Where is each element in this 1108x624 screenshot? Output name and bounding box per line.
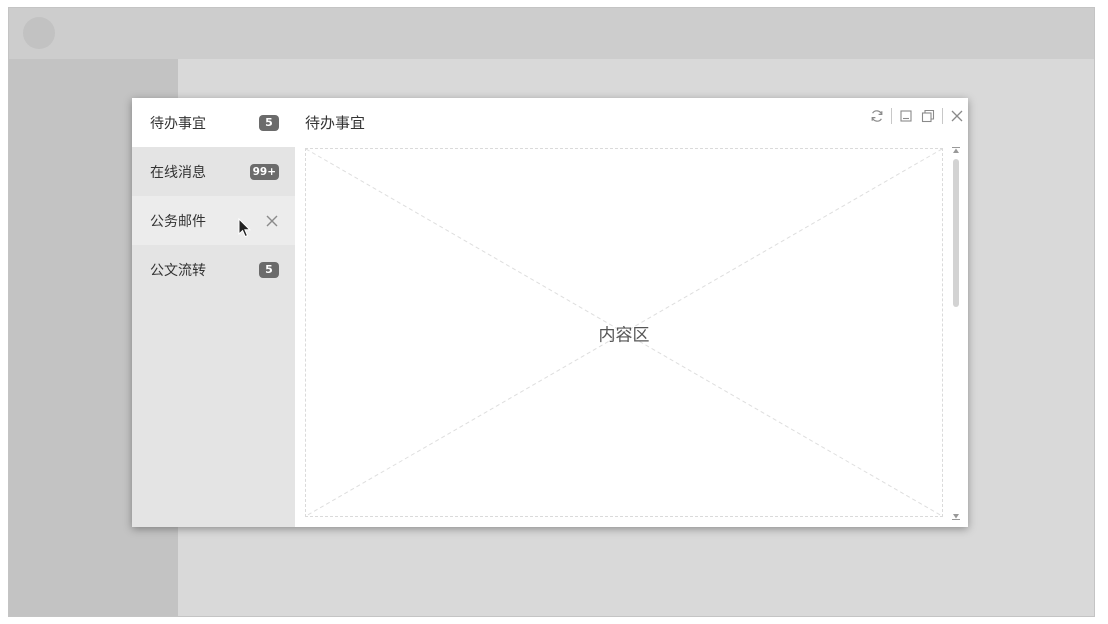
dialog-sidebar: 待办事宜 5 在线消息 99+ 公务邮件 公文流转 5 (132, 98, 295, 527)
count-badge: 5 (259, 261, 279, 278)
minimize-icon (900, 110, 912, 122)
scrollbar-thumb[interactable] (953, 159, 959, 307)
scroll-bottom-icon[interactable] (950, 511, 962, 521)
count-badge: 99+ (249, 163, 279, 180)
sidebar-item-messages[interactable]: 在线消息 99+ (132, 147, 295, 196)
refresh-icon (871, 110, 883, 122)
sidebar-item-todo[interactable]: 待办事宜 5 (132, 98, 295, 147)
toolbar-divider (942, 108, 943, 124)
close-button[interactable] (946, 105, 968, 127)
content-label: 内容区 (598, 325, 650, 345)
sidebar-item-documents[interactable]: 公文流转 5 (132, 245, 295, 294)
content-placeholder: 内容区 (305, 148, 943, 517)
dialog-window: 待办事宜 5 在线消息 99+ 公务邮件 公文流转 5 待办事宜 内容区 (132, 98, 968, 527)
window-toolbar (866, 104, 968, 128)
restore-button[interactable] (917, 105, 939, 127)
scrollbar[interactable] (950, 146, 962, 521)
close-icon[interactable] (265, 214, 279, 228)
avatar[interactable] (23, 17, 55, 49)
sidebar-item-label: 在线消息 (150, 164, 206, 181)
toolbar-divider (891, 108, 892, 124)
panel-title: 待办事宜 (305, 114, 366, 132)
minimize-button[interactable] (895, 105, 917, 127)
sidebar-item-label: 公务邮件 (150, 213, 206, 230)
sidebar-item-mail[interactable]: 公务邮件 (132, 196, 295, 245)
sidebar-item-label: 公文流转 (150, 262, 206, 279)
count-badge: 5 (259, 114, 279, 131)
restore-icon (921, 109, 935, 123)
sidebar-item-label: 待办事宜 (150, 115, 206, 132)
mouse-cursor-icon (238, 218, 252, 238)
scroll-top-icon[interactable] (950, 146, 962, 156)
app-header (9, 8, 1094, 59)
close-icon (951, 110, 963, 122)
refresh-button[interactable] (866, 105, 888, 127)
